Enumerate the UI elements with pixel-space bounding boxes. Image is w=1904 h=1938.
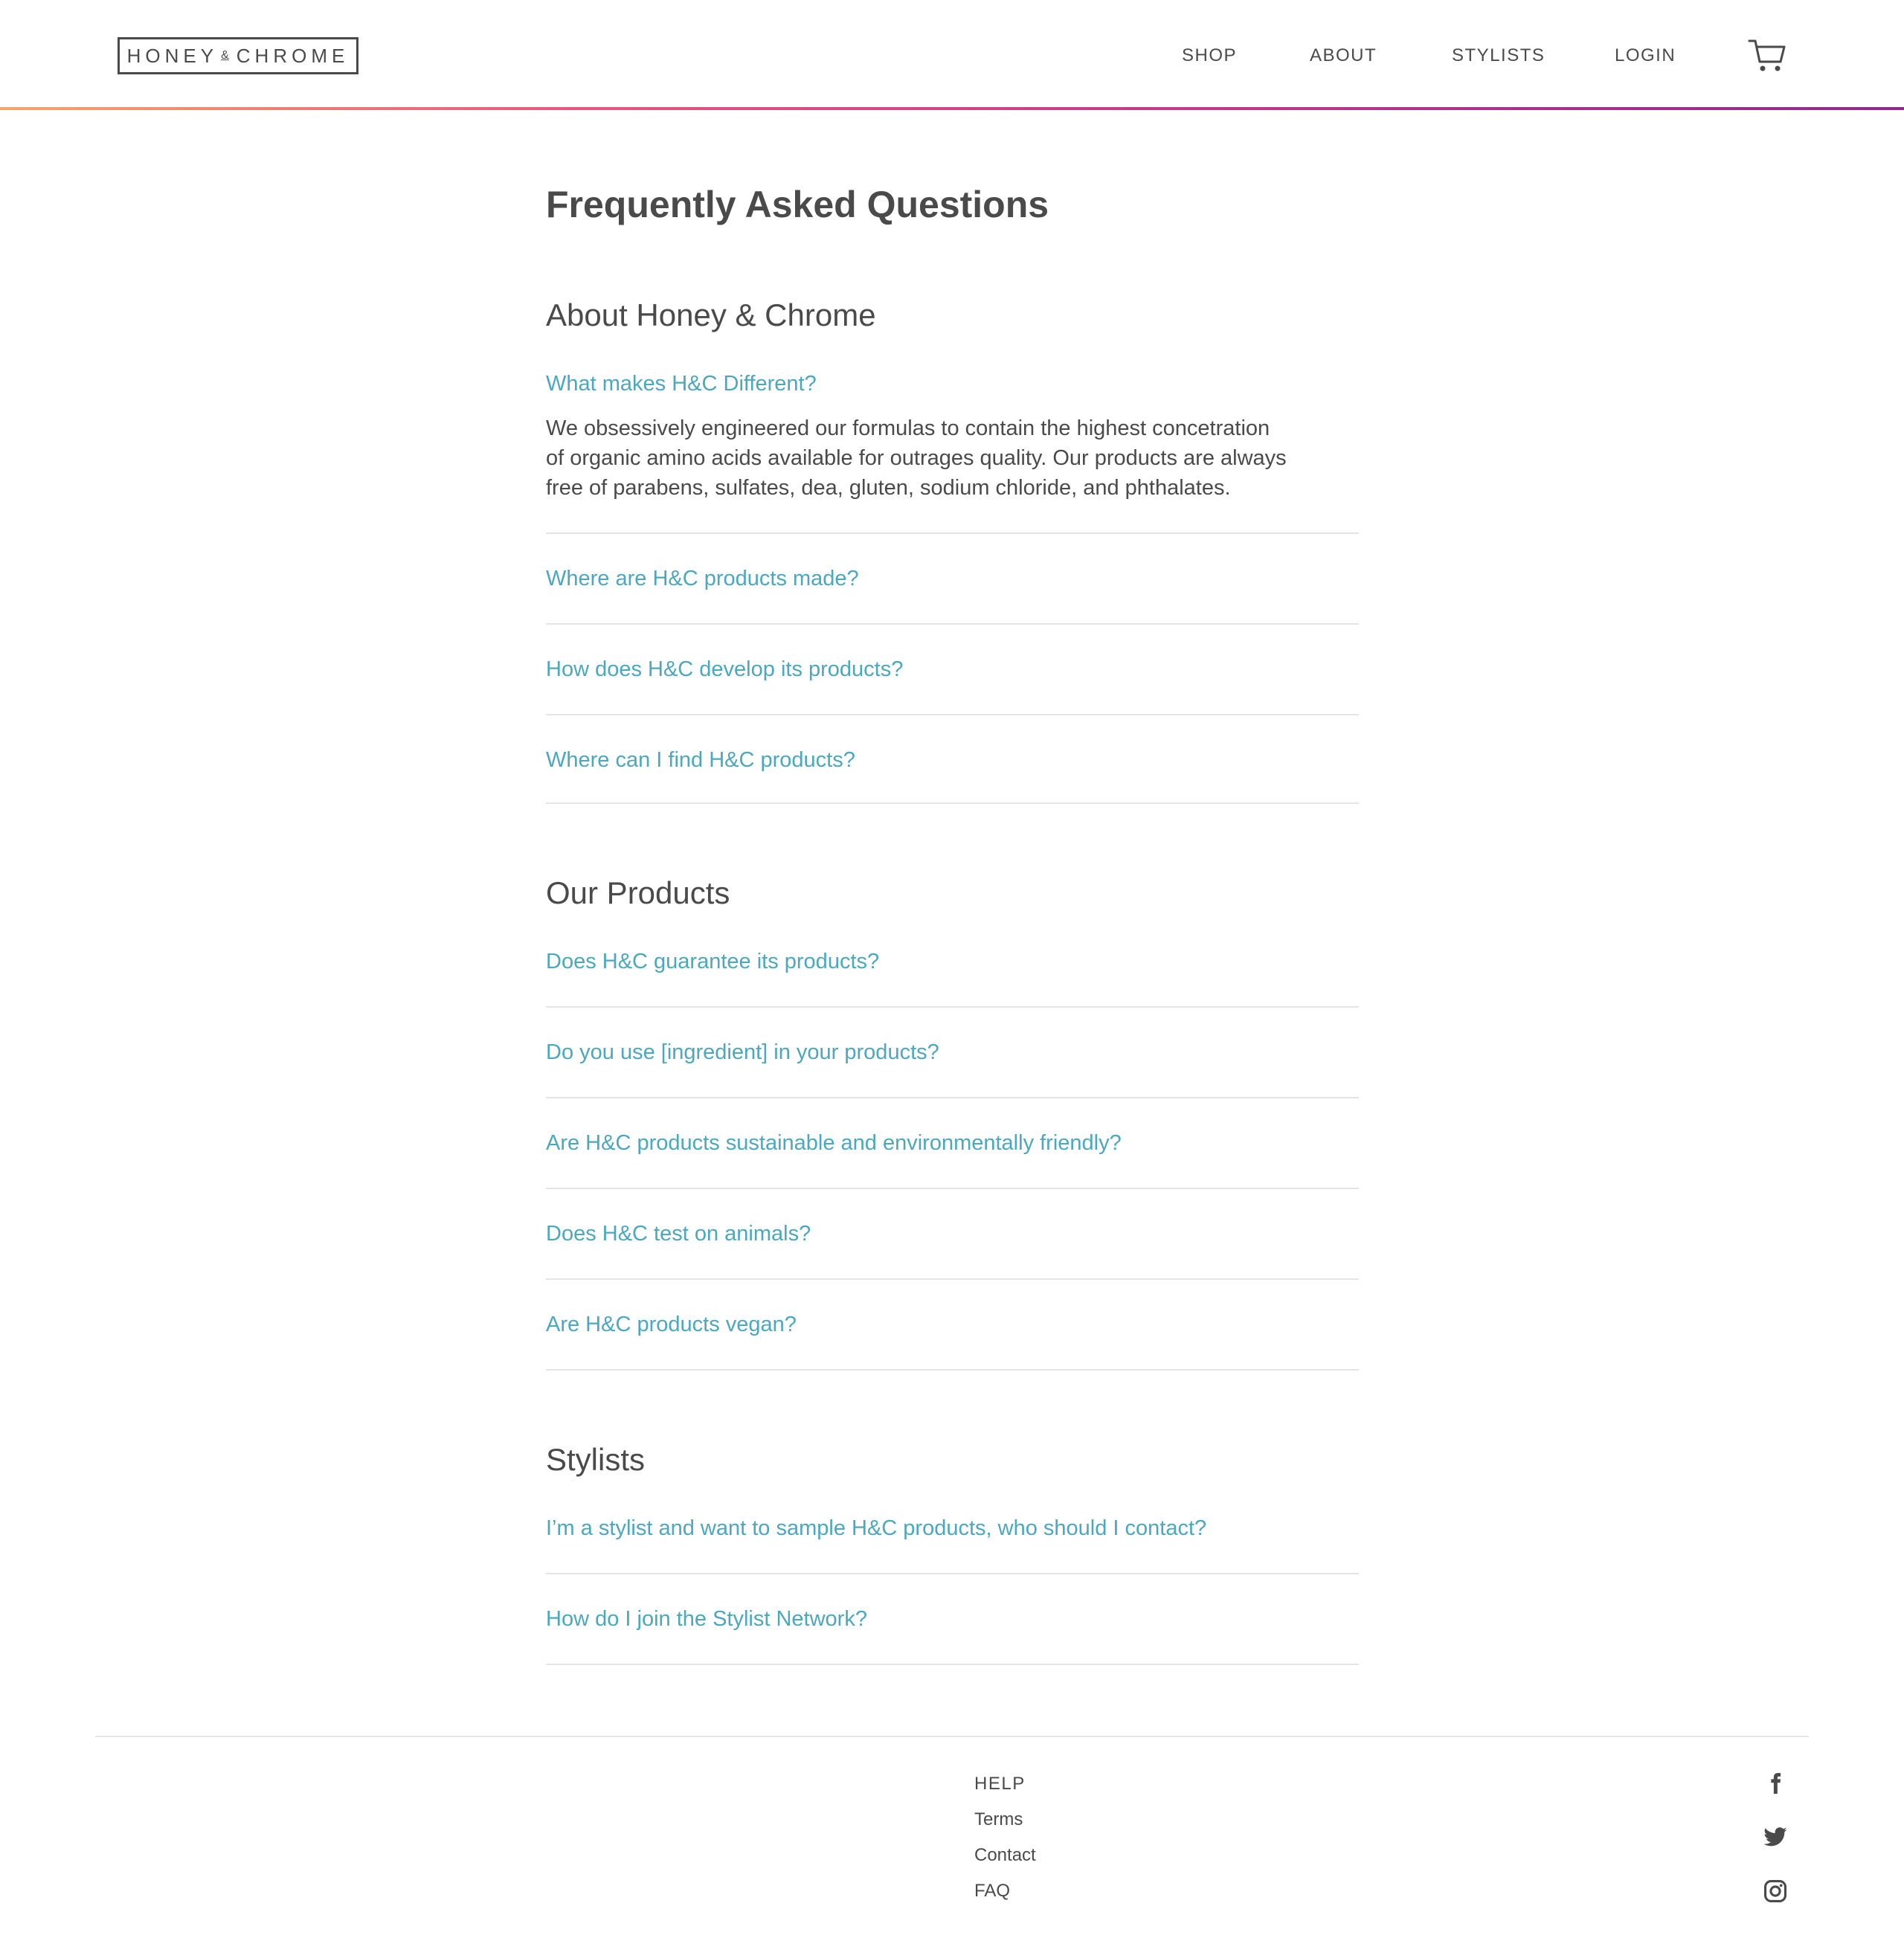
cart-icon[interactable] [1748,38,1786,74]
faq-divider [546,1664,1359,1665]
facebook-icon[interactable] [1763,1771,1788,1796]
twitter-icon[interactable] [1763,1824,1788,1850]
faq-question[interactable]: Are H&C products sustainable and environ… [546,1128,1122,1158]
faq-divider [546,1573,1359,1574]
nav-shop[interactable]: SHOP [1182,43,1237,68]
section-title-products: Our Products [546,875,730,910]
page-title: Frequently Asked Questions [546,184,1049,225]
faq-question[interactable]: How do I join the Stylist Network? [546,1604,867,1634]
faq-answer: We obsessively engineered our formulas t… [546,413,1364,503]
footer-link-faq[interactable]: FAQ [974,1879,1010,1904]
logo-text-left: HONEY [126,44,219,67]
faq-divider [546,532,1359,534]
faq-answer-line: We obsessively engineered our formulas t… [546,416,1270,440]
site-header: HONEY & CHROME SHOP ABOUT STYLISTS LOGIN [0,0,1904,110]
instagram-icon[interactable] [1763,1879,1788,1904]
faq-question[interactable]: Does H&C guarantee its products? [546,947,879,976]
faq-question[interactable]: I’m a stylist and want to sample H&C pro… [546,1513,1206,1543]
faq-answer-line: of organic amino acids available for out… [546,446,1287,470]
faq-answer-line: free of parabens, sulfates, dea, gluten,… [546,476,1231,500]
faq-divider [546,1188,1359,1189]
faq-question[interactable]: Do you use [ingredient] in your products… [546,1037,939,1067]
faq-divider [546,1369,1359,1371]
footer-link-contact[interactable]: Contact [974,1843,1036,1868]
faq-divider [546,623,1359,625]
faq-divider [546,714,1359,715]
logo-text-right: CHROME [236,44,350,67]
faq-question[interactable]: Does H&C test on animals? [546,1219,811,1249]
section-title-about: About Honey & Chrome [546,297,876,332]
footer-divider [95,1736,1809,1737]
nav-about[interactable]: ABOUT [1310,43,1377,68]
faq-question[interactable]: How does H&C develop its products? [546,654,903,684]
faq-question[interactable]: Where can I find H&C products? [546,745,855,775]
section-title-stylists: Stylists [546,1442,646,1477]
faq-divider [546,1097,1359,1098]
faq-question[interactable]: Where are H&C products made? [546,564,859,593]
faq-question[interactable]: What makes H&C Different? [546,369,817,399]
footer-link-terms[interactable]: Terms [974,1807,1023,1832]
faq-divider [546,1006,1359,1008]
faq-divider [546,802,1359,804]
logo[interactable]: HONEY & CHROME [118,37,358,74]
logo-ampersand: & [221,49,229,62]
header-gradient-bar [0,107,1904,110]
footer-help-heading: HELP [974,1774,1026,1794]
nav-stylists[interactable]: STYLISTS [1452,43,1545,68]
faq-question[interactable]: Are H&C products vegan? [546,1310,797,1339]
nav-login[interactable]: LOGIN [1615,43,1676,68]
faq-divider [546,1278,1359,1280]
